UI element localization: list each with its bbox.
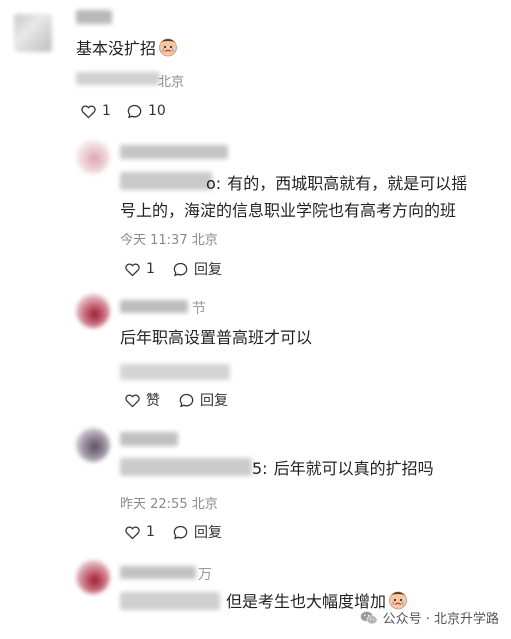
time-blurred xyxy=(76,72,160,85)
heart-icon xyxy=(125,525,140,539)
heart-icon xyxy=(125,262,140,276)
watermark: 公众号 · 北京升学路 xyxy=(360,608,499,627)
username-suffix: 万 xyxy=(198,567,212,583)
comment-text: 5: 后年就可以真的扩招吗 xyxy=(252,459,434,478)
reply-count: 10 xyxy=(148,103,166,119)
comment-location: 北京 xyxy=(158,75,185,90)
reply-prefix: o: xyxy=(206,174,222,193)
reply-prefix: 5: xyxy=(252,459,268,478)
comment-bubble-icon xyxy=(179,393,194,407)
reply-to-blurred[interactable] xyxy=(120,592,220,610)
watermark-text: 公众号 · 北京升学路 xyxy=(382,612,499,627)
like-button[interactable]: 赞 xyxy=(124,390,160,410)
comment-bubble-icon xyxy=(127,104,142,118)
avatar[interactable] xyxy=(76,294,110,328)
like-button[interactable]: 1 xyxy=(80,101,111,121)
username-blurred[interactable] xyxy=(76,10,112,24)
crying-face-icon xyxy=(388,590,408,610)
avatar[interactable] xyxy=(76,560,110,594)
like-label: 赞 xyxy=(146,393,160,409)
comment-text: o: 有的，西城职高就有，就是可以摇 号上的，海淀的信息职业学院也有高考方向的班 xyxy=(120,170,467,224)
like-count: 1 xyxy=(146,261,155,277)
like-count: 1 xyxy=(102,103,111,119)
time-blurred xyxy=(120,364,230,380)
reply-label: 回复 xyxy=(194,525,222,541)
username-blurred[interactable] xyxy=(120,566,196,579)
username-suffix: 节 xyxy=(192,301,206,317)
like-button[interactable]: 1 xyxy=(124,259,155,279)
avatar[interactable] xyxy=(76,428,110,462)
comment-time: 今天 11:37 北京 xyxy=(120,233,218,248)
reply-label: 回复 xyxy=(200,393,228,409)
username-blurred[interactable] xyxy=(120,432,178,446)
comment-text: 后年职高设置普高班才可以 xyxy=(120,328,313,347)
like-count: 1 xyxy=(146,524,155,540)
username-blurred[interactable] xyxy=(120,300,188,313)
username-blurred[interactable] xyxy=(120,145,228,159)
heart-icon xyxy=(81,104,96,118)
reply-button[interactable]: 10 xyxy=(126,101,166,121)
crying-face-icon xyxy=(158,37,178,57)
avatar[interactable] xyxy=(14,14,52,52)
wechat-icon xyxy=(360,611,377,624)
reply-button[interactable]: 回复 xyxy=(172,259,222,279)
comment-text: 基本没扩招 xyxy=(76,36,178,62)
reply-label: 回复 xyxy=(194,262,222,278)
heart-icon xyxy=(125,393,140,407)
avatar[interactable] xyxy=(76,140,110,174)
like-button[interactable]: 1 xyxy=(124,522,155,542)
reply-button[interactable]: 回复 xyxy=(172,522,222,542)
reply-button[interactable]: 回复 xyxy=(178,390,228,410)
comment-time: 昨天 22:55 北京 xyxy=(120,497,218,512)
comment-bubble-icon xyxy=(173,262,188,276)
comment-line-2: 号上的，海淀的信息职业学院也有高考方向的班 xyxy=(120,201,457,220)
comment-line-1: 有的，西城职高就有，就是可以摇 xyxy=(227,174,468,193)
comment-bubble-icon xyxy=(173,525,188,539)
